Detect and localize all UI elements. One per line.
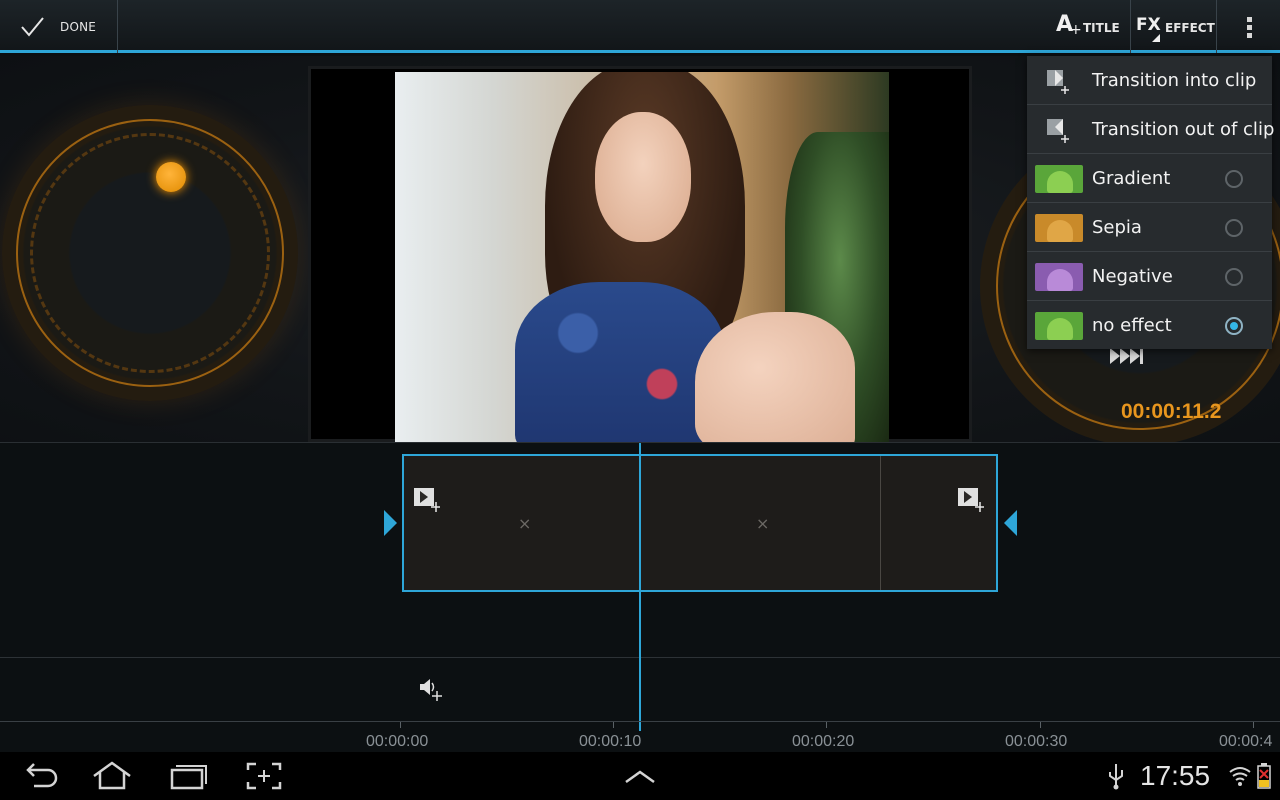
video-preview[interactable] <box>308 66 972 442</box>
transition-out-icon[interactable] <box>956 486 984 512</box>
overflow-menu-icon <box>1247 17 1252 22</box>
battery-icon <box>1257 763 1271 789</box>
done-label: DONE <box>60 20 97 34</box>
chevron-up-icon[interactable] <box>620 760 660 792</box>
fx-icon: FX <box>1136 15 1161 42</box>
scrub-dial[interactable] <box>2 105 298 401</box>
menu-item-negative[interactable]: Negative <box>1027 252 1272 301</box>
clip-trim-right-handle[interactable] <box>1004 510 1017 536</box>
negative-radio[interactable] <box>1225 268 1243 286</box>
transition-in-icon[interactable] <box>412 486 440 512</box>
gradient-radio[interactable] <box>1225 170 1243 188</box>
dial-knob[interactable] <box>156 162 186 192</box>
timecode-display: 00:00:11.2 <box>1121 400 1222 423</box>
home-icon[interactable] <box>92 760 132 792</box>
transition-in-icon <box>1047 70 1069 94</box>
ruler-tick-label: 00:00:4 <box>1219 733 1273 750</box>
no-effect-radio[interactable] <box>1225 317 1243 335</box>
sepia-radio[interactable] <box>1225 219 1243 237</box>
status-clock: 17:55 <box>1140 760 1211 791</box>
timeline[interactable]: × × 00:00:00 00:00:10 00:00:20 00:00:30 … <box>0 442 1280 752</box>
ruler-tick-label: 00:00:30 <box>1005 733 1068 750</box>
recent-apps-icon[interactable] <box>168 760 208 792</box>
menu-item-transition-into-clip[interactable]: Transition into clip <box>1027 56 1272 105</box>
ruler-tick-label: 00:00:10 <box>579 733 642 750</box>
menu-item-transition-out-of-clip[interactable]: Transition out of clip <box>1027 105 1275 154</box>
negative-thumbnail <box>1035 263 1083 291</box>
add-audio-icon[interactable] <box>418 676 444 702</box>
add-title-button[interactable]: A + TITLE <box>1054 0 1122 53</box>
screenshot-icon[interactable] <box>244 760 284 792</box>
add-effect-button[interactable]: FX EFFECT <box>1130 0 1216 53</box>
menu-item-no-effect[interactable]: no effect <box>1027 301 1272 350</box>
transition-out-icon <box>1047 119 1069 143</box>
menu-item-sepia[interactable]: Sepia <box>1027 203 1272 252</box>
text-add-icon: A + <box>1056 12 1082 38</box>
menu-item-label: Sepia <box>1092 217 1142 238</box>
preview-image <box>395 72 889 442</box>
usb-icon <box>1109 764 1123 790</box>
overflow-menu-button[interactable] <box>1216 0 1280 53</box>
menu-item-label: Transition into clip <box>1092 70 1257 91</box>
video-clip[interactable]: × × <box>402 454 998 592</box>
done-button[interactable]: DONE <box>0 0 118 53</box>
checkmark-icon <box>21 17 44 37</box>
system-nav-bar: 17:55 <box>0 752 1280 800</box>
sepia-thumbnail <box>1035 214 1083 242</box>
effect-label: EFFECT <box>1165 21 1215 35</box>
clip-trim-left-handle[interactable] <box>384 510 397 536</box>
title-label: TITLE <box>1083 21 1120 35</box>
menu-item-label: Transition out of clip <box>1092 119 1275 140</box>
wifi-icon <box>1229 767 1251 786</box>
menu-item-gradient[interactable]: Gradient <box>1027 154 1272 203</box>
menu-item-label: Negative <box>1092 266 1173 287</box>
menu-item-label: Gradient <box>1092 168 1171 189</box>
gradient-thumbnail <box>1035 165 1083 193</box>
ruler-tick-label: 00:00:00 <box>366 733 429 750</box>
action-bar: DONE A + TITLE FX EFFECT <box>0 0 1280 53</box>
menu-item-label: no effect <box>1092 315 1172 336</box>
time-ruler[interactable]: 00:00:00 00:00:10 00:00:20 00:00:30 00:0… <box>0 721 1280 753</box>
back-icon[interactable] <box>20 760 60 792</box>
effect-menu: Transition into clip Transition out of c… <box>1027 56 1275 350</box>
clip-frame-placeholder: × <box>518 514 532 533</box>
ruler-tick-label: 00:00:20 <box>792 733 855 750</box>
clip-frame-placeholder: × <box>756 514 770 533</box>
no-effect-thumbnail <box>1035 312 1083 340</box>
playhead[interactable] <box>639 443 641 731</box>
